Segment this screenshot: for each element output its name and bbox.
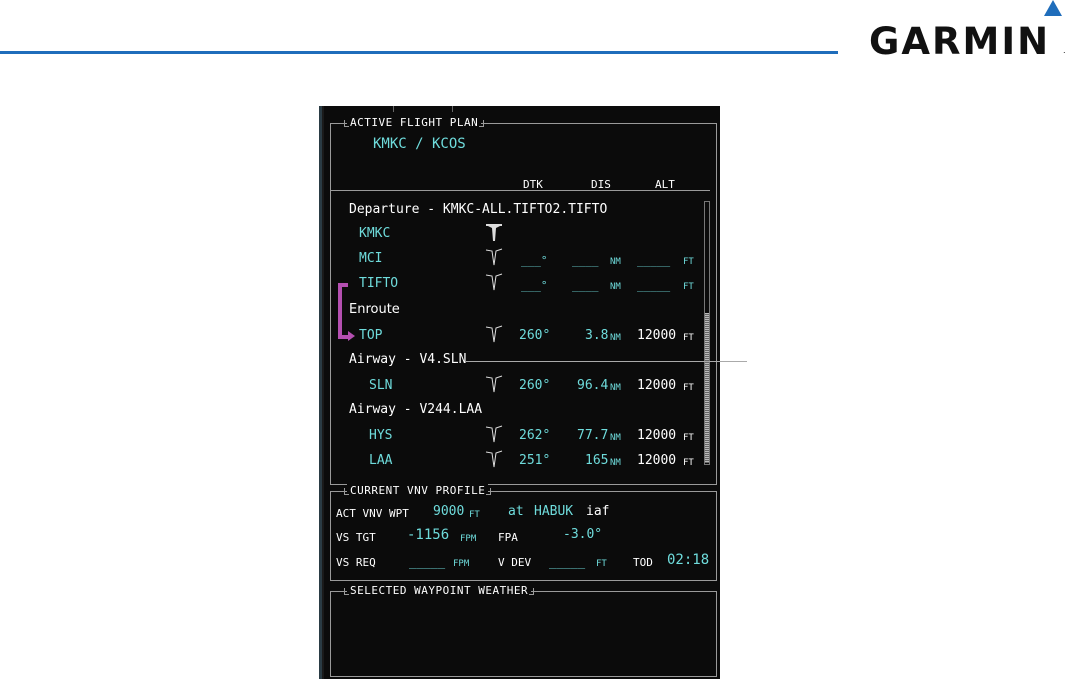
logo-text: GARMIN (869, 20, 1051, 63)
vs-tgt-unit: FPM (460, 534, 477, 544)
waypoint-top[interactable]: TOP (359, 328, 382, 344)
vs-tgt-label: VS TGT (336, 531, 376, 544)
vs-tgt-value: -1156 (407, 527, 450, 543)
waypoint-weather-panel: SELECTED WAYPOINT WEATHER (330, 584, 717, 677)
sln-dis-unit: NM (610, 383, 621, 393)
callout-leader-line (466, 361, 747, 362)
tod-label: TOD (633, 556, 653, 569)
top-dis-unit: NM (610, 333, 621, 343)
laa-dis-unit: NM (610, 458, 621, 468)
leg-filled-icon (486, 224, 502, 241)
screen-bezel-shadow (322, 106, 324, 679)
vdev-label: V DEV (498, 556, 532, 569)
top-dtk: 260° (519, 328, 551, 343)
laa-alt: 12000 (637, 453, 677, 468)
dtk-header: DTK (523, 178, 543, 191)
vnv-profile-title: CURRENT VNV PROFILE (343, 484, 492, 498)
vdev-value: _____ (549, 555, 586, 569)
act-vnv-waypoint: HABUK (534, 504, 574, 519)
active-flight-plan-title: ACTIVE FLIGHT PLAN (343, 116, 485, 130)
flight-plan-scroll-thumb[interactable] (705, 313, 709, 463)
act-vnv-waypoint-suffix: iaf (586, 504, 610, 519)
route-connector-bracket (338, 283, 348, 339)
sln-dis: 96.4 (577, 378, 609, 393)
top-tick (452, 106, 453, 112)
vs-req-label: VS REQ (336, 556, 376, 569)
tifto-alt-unit: FT (683, 282, 694, 292)
waypoint-tifto[interactable]: TIFTO (359, 276, 398, 292)
tifto-alt: _____ (637, 279, 671, 292)
vs-req-unit: FPM (453, 559, 470, 569)
laa-dis: 165 (585, 453, 609, 468)
waypoint-sln[interactable]: SLN (369, 378, 392, 394)
mfd-screen: ACTIVE FLIGHT PLAN KMKC / KCOS DTK DIS A… (319, 106, 720, 679)
route-connector-arrow-icon (348, 331, 355, 341)
top-tick (393, 106, 394, 112)
waypoint-kmkc[interactable]: KMKC (359, 226, 390, 242)
airway-v244-label: Airway - V244.LAA (349, 402, 483, 417)
vdev-unit: FT (596, 559, 607, 569)
waypoint-mci[interactable]: MCI (359, 251, 382, 267)
top-dis: 3.8 (585, 328, 609, 343)
enroute-label: Enroute (349, 302, 400, 317)
top-alt-unit: FT (683, 333, 694, 343)
garmin-logo: GARMIN . (869, 0, 1074, 63)
dis-header: DIS (591, 178, 611, 191)
vs-req-value: _____ (409, 555, 446, 569)
mci-dis: ____ (572, 254, 599, 267)
route-separator (330, 190, 710, 191)
mci-dtk: ___° (521, 254, 548, 267)
waypoint-weather-title: SELECTED WAYPOINT WEATHER (343, 584, 535, 598)
act-vnv-at: at (508, 504, 524, 519)
hys-dis: 77.7 (577, 428, 609, 443)
fpa-value: -3.0° (563, 527, 603, 542)
laa-alt-unit: FT (683, 458, 694, 468)
departure-label: Departure - KMKC-ALL.TIFTO2.TIFTO (349, 202, 608, 217)
hys-dtk: 262° (519, 428, 551, 443)
leg-outline-icon (485, 375, 503, 393)
laa-dtk: 251° (519, 453, 551, 468)
leg-outline-icon (485, 248, 503, 266)
mci-alt-unit: FT (683, 257, 694, 267)
act-vnv-wpt-label: ACT VNV WPT (336, 507, 409, 520)
airway-v4-label: Airway - V4.SLN (349, 352, 467, 367)
tifto-dis: ____ (572, 279, 599, 292)
sln-dtk: 260° (519, 378, 551, 393)
tifto-dis-unit: NM (610, 282, 621, 292)
waypoint-hys[interactable]: HYS (369, 428, 392, 444)
fpa-label: FPA (498, 531, 518, 544)
hys-alt-unit: FT (683, 433, 694, 443)
header-rule (0, 51, 838, 54)
tod-value: 02:18 (667, 552, 710, 568)
waypoint-laa[interactable]: LAA (369, 453, 392, 469)
route-text[interactable]: KMKC / KCOS (373, 136, 466, 152)
sln-alt: 12000 (637, 378, 677, 393)
tifto-dtk: ___° (521, 279, 548, 292)
logo-reg-mark: . (1063, 46, 1066, 55)
hys-dis-unit: NM (610, 433, 621, 443)
act-vnv-alt-unit: FT (469, 510, 480, 520)
leg-outline-icon (485, 325, 503, 343)
mci-alt: _____ (637, 254, 671, 267)
leg-outline-icon (485, 425, 503, 443)
leg-outline-icon (485, 273, 503, 291)
top-alt: 12000 (637, 328, 677, 343)
sln-alt-unit: FT (683, 383, 694, 393)
logo-triangle-icon (1044, 0, 1062, 16)
act-vnv-alt: 9000 (433, 504, 465, 519)
hys-alt: 12000 (637, 428, 677, 443)
mci-dis-unit: NM (610, 257, 621, 267)
alt-header: ALT (655, 178, 675, 191)
leg-outline-icon (485, 450, 503, 468)
